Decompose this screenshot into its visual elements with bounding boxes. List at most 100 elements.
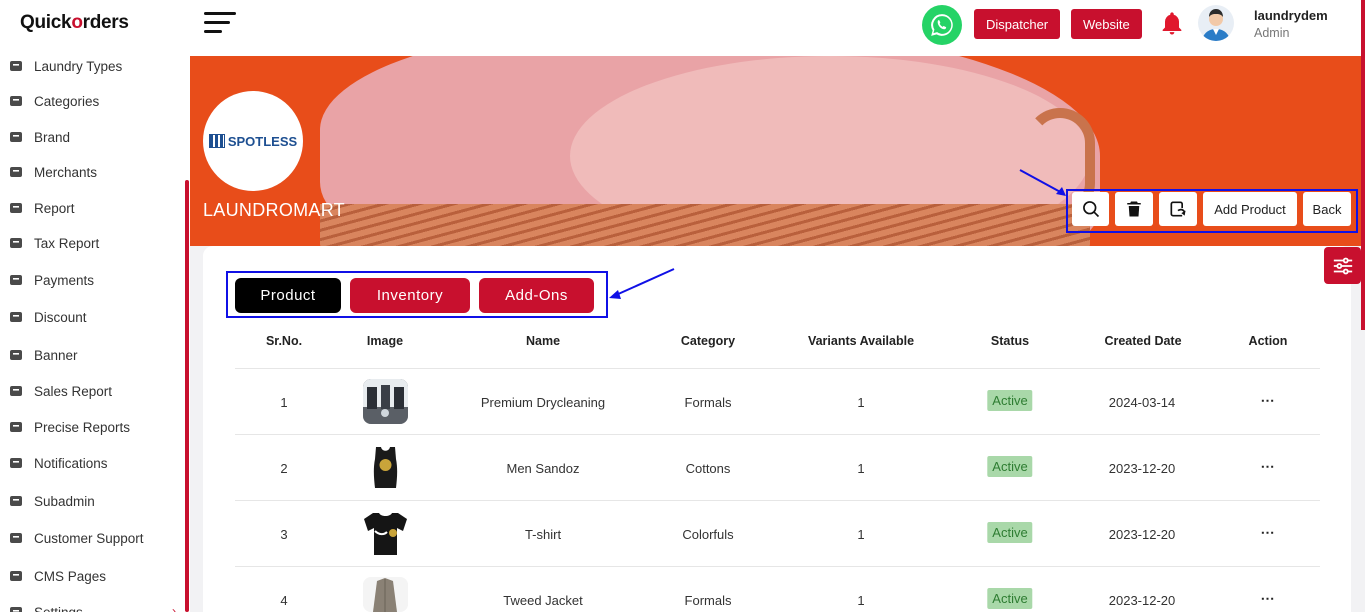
website-button[interactable]: Website [1071, 9, 1142, 39]
cell-name: Premium Drycleaning [480, 395, 606, 410]
row-actions-icon[interactable]: ⋯ [1261, 590, 1276, 607]
sidebar-item-subadmin[interactable]: Subadmin [8, 488, 178, 514]
sidebar-item-settings[interactable]: Settings [8, 599, 178, 612]
tab-add-ons[interactable]: Add-Ons [479, 278, 594, 313]
filter-button[interactable] [1324, 247, 1361, 284]
sidebar-item-discount[interactable]: Discount [8, 304, 178, 330]
sidebar-item-laundry-types[interactable]: Laundry Types [8, 53, 178, 79]
product-image[interactable] [363, 445, 408, 490]
add-product-button[interactable]: Add Product [1203, 192, 1297, 226]
sidebar-item-payments[interactable]: Payments [8, 267, 178, 293]
sidebar-item-label: Sales Report [34, 383, 113, 399]
user-name: laundrydem [1254, 8, 1328, 23]
row-actions-icon[interactable]: ⋯ [1261, 524, 1276, 541]
trash-icon [1127, 201, 1141, 217]
status-badge: Active [987, 456, 1033, 477]
cell-category: Formals [684, 395, 732, 410]
sidebar-item-tax-report[interactable]: Tax Report [8, 230, 178, 256]
logo-rest: rders [82, 12, 129, 33]
sidebar-item-sales-report[interactable]: Sales Report [8, 378, 178, 404]
brand-grid-icon [208, 134, 225, 148]
sidebar-item-categories[interactable]: Categories [8, 88, 178, 114]
tax-icon [8, 235, 24, 251]
col-header-image: Image [366, 334, 404, 348]
cell-category: Colorfuls [682, 527, 734, 542]
logo-o: o [71, 12, 83, 33]
row-divider [235, 566, 1320, 567]
sidebar-item-customer-support[interactable]: Customer Support [8, 525, 178, 551]
merchant-icon [8, 164, 24, 180]
sidebar-item-precise-reports[interactable]: Precise Reports [8, 414, 178, 440]
cell-variants: 1 [857, 461, 865, 476]
discount-icon [8, 309, 24, 325]
row-divider [235, 368, 1320, 369]
delete-button[interactable] [1115, 192, 1153, 226]
cell-created-date: 2024-03-14 [1108, 395, 1176, 410]
product-image[interactable] [363, 379, 408, 424]
notification-bell-icon[interactable] [1158, 10, 1186, 38]
col-header-srno: Sr.No. [265, 334, 303, 348]
sidebar-item-label: Merchants [34, 164, 98, 180]
cell-name: Tweed Jacket [503, 593, 583, 608]
sidebar-item-label: Subadmin [34, 493, 95, 509]
cell-category: Formals [684, 593, 732, 608]
users-icon [8, 493, 24, 509]
row-actions-icon[interactable]: ⋯ [1261, 458, 1276, 475]
tab-product[interactable]: Product [235, 278, 341, 313]
row-actions-icon[interactable]: ⋯ [1261, 392, 1276, 409]
sidebar-item-label: Brand [34, 129, 71, 145]
search-icon [1082, 201, 1099, 218]
sidebar-item-merchants[interactable]: Merchants [8, 159, 178, 185]
store-name: LAUNDROMART [203, 200, 345, 220]
cell-variants: 1 [857, 593, 865, 608]
chat-icon [8, 530, 24, 546]
report-icon [8, 200, 24, 216]
sidebar-item-notifications[interactable]: Notifications [8, 450, 178, 476]
store-logo: SPOTLESS [203, 91, 303, 191]
sliders-icon [1333, 257, 1352, 274]
row-divider [235, 434, 1320, 435]
tab-inventory[interactable]: Inventory [350, 278, 470, 313]
product-image[interactable] [363, 511, 408, 556]
image-icon [8, 347, 24, 363]
cell-variants: 1 [857, 395, 865, 410]
sidebar-item-cms-pages[interactable]: CMS Pages [8, 563, 178, 589]
sidebar-item-report[interactable]: Report [8, 195, 178, 221]
app-logo[interactable]: Quickorders [20, 12, 129, 34]
sidebar-item-label: Banner [34, 347, 78, 363]
sidebar-item-label: CMS Pages [34, 568, 107, 584]
menu-toggle-icon[interactable] [204, 12, 236, 36]
sidebar-item-label: Settings [34, 604, 83, 612]
cell-srno: 4 [280, 593, 288, 608]
col-header-name: Name [525, 334, 561, 348]
refresh-icon [1170, 201, 1186, 217]
payment-icon [8, 272, 24, 288]
sidebar-scrollbar[interactable] [185, 180, 189, 612]
row-divider [235, 500, 1320, 501]
whatsapp-icon[interactable] [922, 5, 962, 45]
cell-srno: 3 [280, 527, 288, 542]
basket-icon [8, 58, 24, 74]
cell-srno: 2 [280, 461, 288, 476]
dispatcher-button[interactable]: Dispatcher [974, 9, 1061, 39]
product-image[interactable] [363, 577, 408, 612]
col-header-category: Category [680, 334, 736, 348]
status-badge: Active [987, 522, 1033, 543]
brand-icon [8, 129, 24, 145]
page-scrollbar[interactable] [1361, 0, 1365, 330]
sidebar-item-label: Customer Support [34, 530, 144, 546]
annotation-arrow-icon [609, 268, 675, 299]
cell-variants: 1 [857, 527, 865, 542]
gear-icon [8, 604, 24, 612]
col-header-created-date: Created Date [1104, 334, 1182, 348]
chart-icon [8, 419, 24, 435]
sidebar-item-label: Categories [34, 93, 100, 109]
banner-basket [320, 204, 1090, 246]
user-avatar[interactable] [1198, 5, 1234, 41]
status-badge: Active [987, 588, 1033, 609]
refresh-button[interactable] [1159, 192, 1197, 226]
sidebar-item-brand[interactable]: Brand [8, 124, 178, 150]
search-button[interactable] [1072, 192, 1109, 226]
sidebar-item-banner[interactable]: Banner [8, 342, 178, 368]
back-button[interactable]: Back [1303, 192, 1351, 226]
